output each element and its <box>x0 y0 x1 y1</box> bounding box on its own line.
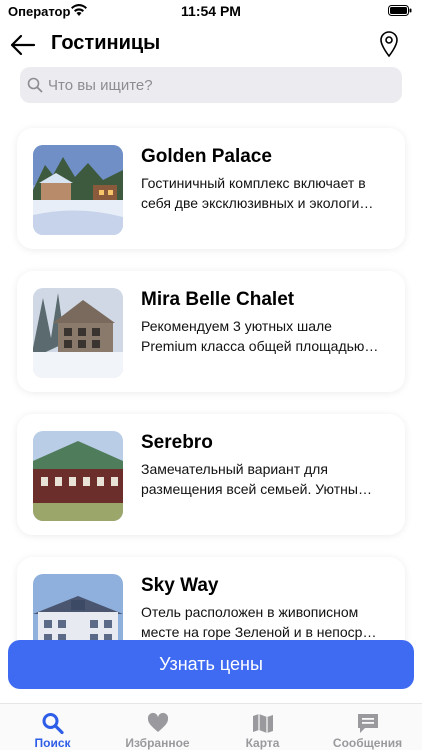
tab-favorites[interactable]: Избранное <box>105 704 210 751</box>
get-prices-button[interactable]: Узнать цены <box>8 640 414 689</box>
tab-label: Сообщения <box>332 736 403 750</box>
hotel-title: Mira Belle Chalet <box>141 289 295 310</box>
clock: 11:54 PM <box>181 3 241 19</box>
tab-bar: Поиск Избранное Карта Сообщения <box>0 703 422 750</box>
map-icon <box>253 714 273 733</box>
search-bar[interactable] <box>20 67 402 103</box>
nav-header: Гостиницы <box>0 24 422 64</box>
hotel-description: Гостиничный комплекс включает в себя две… <box>141 175 374 211</box>
hotel-title: Serebro <box>141 432 213 453</box>
status-bar: Оператор 11:54 PM <box>0 0 422 24</box>
tab-label: Карта <box>245 736 280 750</box>
hotel-title: Golden Palace <box>141 146 272 167</box>
tab-map[interactable]: Карта <box>210 704 315 751</box>
message-icon <box>358 714 378 733</box>
heart-icon <box>147 712 169 732</box>
hotel-card[interactable]: Golden Palace Гостиничный комплекс включ… <box>17 128 405 249</box>
tab-label: Поиск <box>34 736 71 750</box>
hotel-title: Sky Way <box>141 575 219 596</box>
hotel-description: Отель расположен в живописном месте на г… <box>141 604 377 640</box>
tab-label: Избранное <box>125 736 190 750</box>
hotel-description: Рекомендуем 3 уютных шале Premium класса… <box>141 318 379 354</box>
search-icon <box>42 713 64 734</box>
hotel-card[interactable]: Serebro Замечательный вариант для размещ… <box>17 414 405 535</box>
hotel-photo <box>33 288 123 378</box>
battery-icon <box>388 5 412 16</box>
hotel-description: Замечательный вариант для размещения все… <box>141 461 372 497</box>
hotel-photo <box>33 145 123 235</box>
tab-messages[interactable]: Сообщения <box>315 704 420 751</box>
hotel-card[interactable]: Mira Belle Chalet Рекомендуем 3 уютных ш… <box>17 271 405 392</box>
search-input[interactable] <box>48 67 388 103</box>
hotel-photo <box>33 431 123 521</box>
location-pin-icon[interactable] <box>378 30 400 58</box>
search-icon <box>27 77 43 93</box>
tab-search[interactable]: Поиск <box>0 704 105 751</box>
back-arrow-icon[interactable] <box>10 34 36 56</box>
page-title: Гостиницы <box>51 32 161 54</box>
